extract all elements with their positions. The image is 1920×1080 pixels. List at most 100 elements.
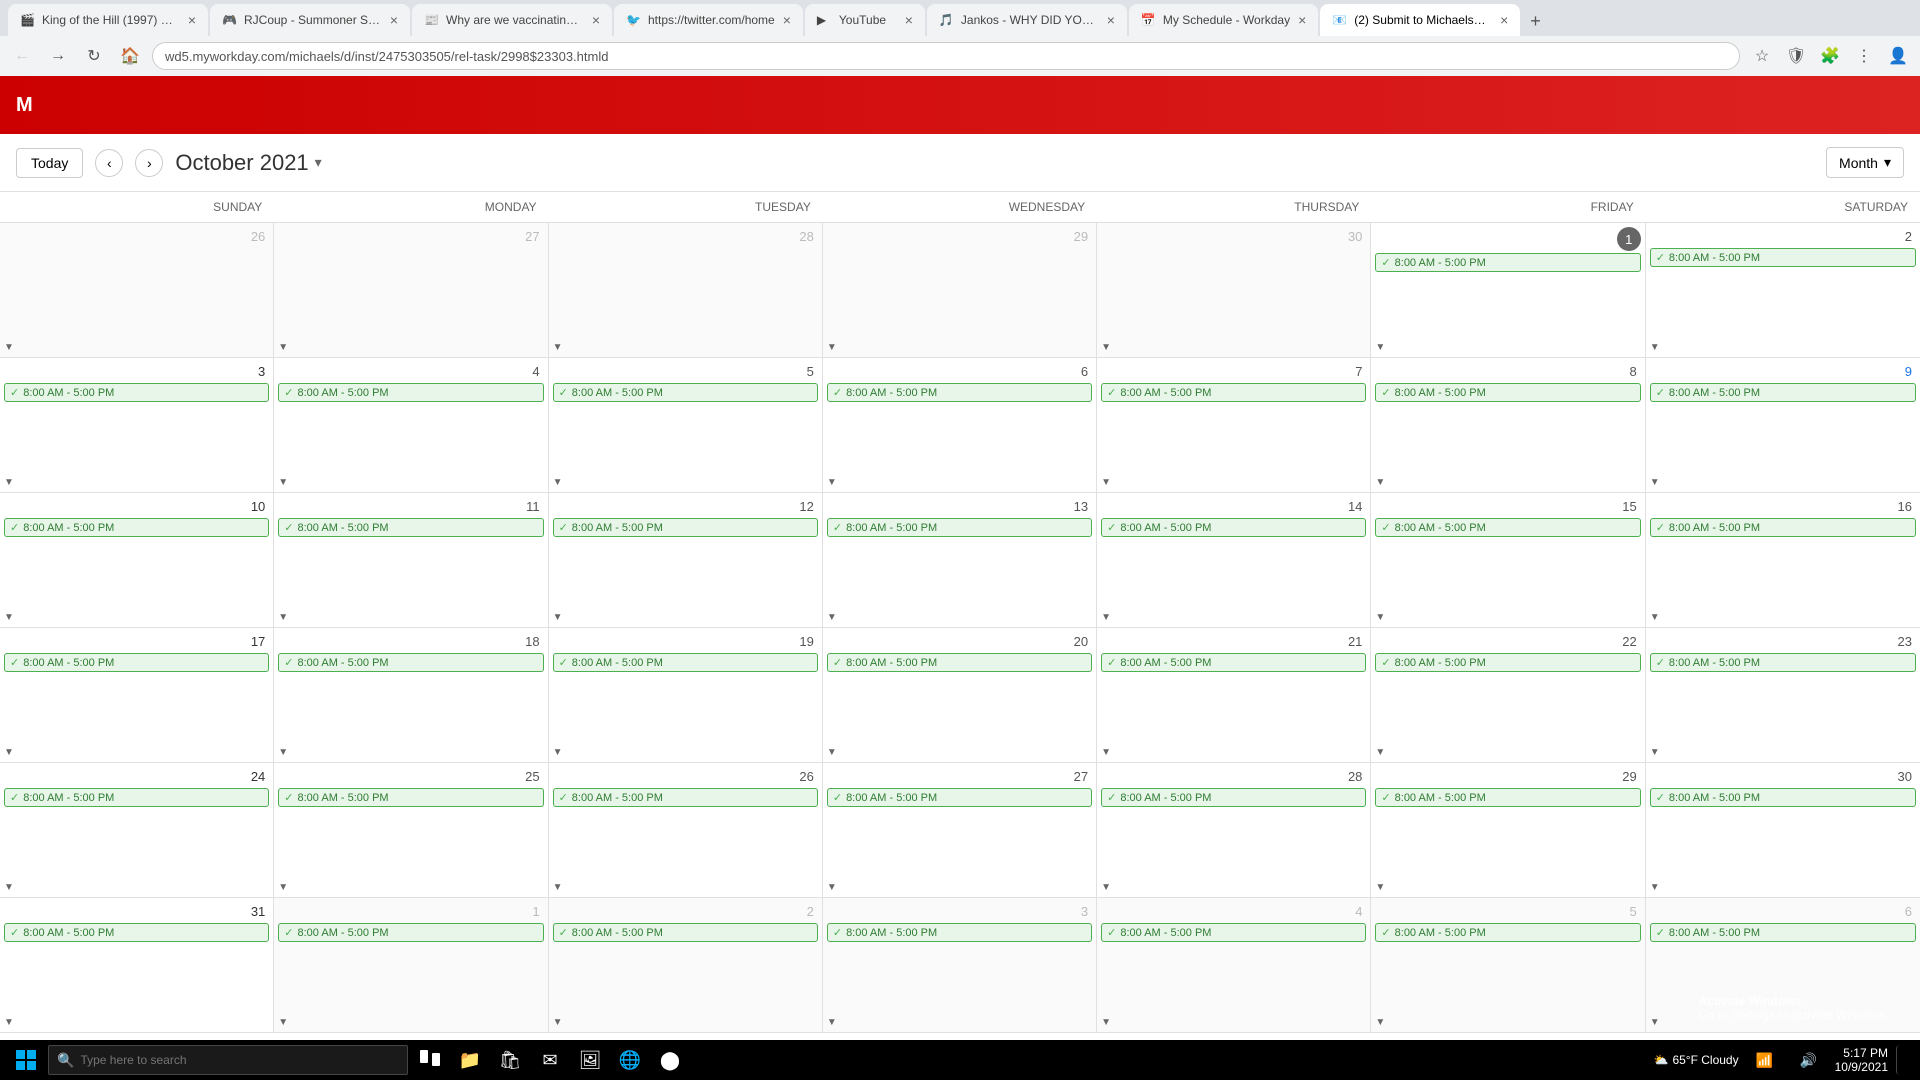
expand-arrow-w3-d4[interactable]: ▼ <box>1101 747 1111 758</box>
cal-cell-w0-d4[interactable]: 30▼ <box>1097 223 1371 358</box>
expand-arrow-w5-d4[interactable]: ▼ <box>1101 1017 1111 1028</box>
taskbar-mail[interactable]: ✉ <box>532 1042 568 1078</box>
cal-cell-w0-d6[interactable]: 2✓8:00 AM - 5:00 PM▼ <box>1646 223 1920 358</box>
tab-7-close[interactable]: × <box>1298 12 1306 28</box>
event-w2-d3[interactable]: ✓8:00 AM - 5:00 PM <box>827 518 1092 537</box>
expand-arrow-w4-d1[interactable]: ▼ <box>278 882 288 893</box>
event-w3-d4[interactable]: ✓8:00 AM - 5:00 PM <box>1101 653 1366 672</box>
tab-6[interactable]: 🎵 Jankos - WHY DID YOU K... × <box>927 4 1127 36</box>
tab-4[interactable]: 🐦 https://twitter.com/home × <box>614 4 803 36</box>
event-w5-d4[interactable]: ✓8:00 AM - 5:00 PM <box>1101 923 1366 942</box>
cal-cell-w5-d0[interactable]: 31✓8:00 AM - 5:00 PM▼ <box>0 898 274 1033</box>
event-w5-d6[interactable]: ✓8:00 AM - 5:00 PM <box>1650 923 1916 942</box>
event-w4-d1[interactable]: ✓8:00 AM - 5:00 PM <box>278 788 543 807</box>
start-button[interactable] <box>8 1042 44 1078</box>
expand-arrow-w4-d2[interactable]: ▼ <box>553 882 563 893</box>
taskbar-file-explorer[interactable]: 📁 <box>452 1042 488 1078</box>
cal-cell-w4-d5[interactable]: 29✓8:00 AM - 5:00 PM▼ <box>1371 763 1645 898</box>
expand-arrow-w1-d1[interactable]: ▼ <box>278 477 288 488</box>
cal-cell-w2-d3[interactable]: 13✓8:00 AM - 5:00 PM▼ <box>823 493 1097 628</box>
event-w4-d2[interactable]: ✓8:00 AM - 5:00 PM <box>553 788 818 807</box>
expand-arrow-w2-d3[interactable]: ▼ <box>827 612 837 623</box>
expand-arrow-w0-d2[interactable]: ▼ <box>553 342 563 353</box>
cal-cell-w2-d0[interactable]: 10✓8:00 AM - 5:00 PM▼ <box>0 493 274 628</box>
address-bar[interactable]: wd5.myworkday.com/michaels/d/inst/247530… <box>152 42 1740 70</box>
cal-cell-w2-d2[interactable]: 12✓8:00 AM - 5:00 PM▼ <box>549 493 823 628</box>
cal-cell-w3-d0[interactable]: 17✓8:00 AM - 5:00 PM▼ <box>0 628 274 763</box>
cal-cell-w5-d4[interactable]: 4✓8:00 AM - 5:00 PM▼ <box>1097 898 1371 1033</box>
event-w0-d5[interactable]: ✓8:00 AM - 5:00 PM <box>1375 253 1640 272</box>
prev-month-button[interactable]: ‹ <box>95 149 123 177</box>
event-w5-d5[interactable]: ✓8:00 AM - 5:00 PM <box>1375 923 1640 942</box>
next-month-button[interactable]: › <box>135 149 163 177</box>
expand-arrow-w2-d1[interactable]: ▼ <box>278 612 288 623</box>
taskbar-store[interactable]: 🛍 <box>492 1042 528 1078</box>
tab-3[interactable]: 📰 Why are we vaccinating c... × <box>412 4 612 36</box>
cal-cell-w1-d1[interactable]: 4✓8:00 AM - 5:00 PM▼ <box>274 358 548 493</box>
event-w2-d1[interactable]: ✓8:00 AM - 5:00 PM <box>278 518 543 537</box>
expand-arrow-w4-d3[interactable]: ▼ <box>827 882 837 893</box>
cal-cell-w4-d1[interactable]: 25✓8:00 AM - 5:00 PM▼ <box>274 763 548 898</box>
event-w2-d0[interactable]: ✓8:00 AM - 5:00 PM <box>4 518 269 537</box>
tab-2[interactable]: 🎮 RJCoup - Summoner Stat... × <box>210 4 410 36</box>
expand-arrow-w3-d3[interactable]: ▼ <box>827 747 837 758</box>
expand-arrow-w2-d2[interactable]: ▼ <box>553 612 563 623</box>
event-w4-d5[interactable]: ✓8:00 AM - 5:00 PM <box>1375 788 1640 807</box>
cal-cell-w3-d2[interactable]: 19✓8:00 AM - 5:00 PM▼ <box>549 628 823 763</box>
cal-cell-w3-d1[interactable]: 18✓8:00 AM - 5:00 PM▼ <box>274 628 548 763</box>
expand-arrow-w1-d6[interactable]: ▼ <box>1650 477 1660 488</box>
expand-arrow-w4-d6[interactable]: ▼ <box>1650 882 1660 893</box>
expand-arrow-w4-d4[interactable]: ▼ <box>1101 882 1111 893</box>
shield-icon[interactable]: 🛡 <box>1782 42 1810 70</box>
tab-1[interactable]: 🎬 King of the Hill (1997) Sea... × <box>8 4 208 36</box>
expand-arrow-w0-d0[interactable]: ▼ <box>4 342 14 353</box>
event-w4-d0[interactable]: ✓8:00 AM - 5:00 PM <box>4 788 269 807</box>
tab-4-close[interactable]: × <box>783 12 791 28</box>
event-w4-d3[interactable]: ✓8:00 AM - 5:00 PM <box>827 788 1092 807</box>
tab-2-close[interactable]: × <box>390 12 398 28</box>
cal-cell-w5-d1[interactable]: 1✓8:00 AM - 5:00 PM▼ <box>274 898 548 1033</box>
star-icon[interactable]: ☆ <box>1748 42 1776 70</box>
expand-arrow-w2-d0[interactable]: ▼ <box>4 612 14 623</box>
cal-cell-w4-d0[interactable]: 24✓8:00 AM - 5:00 PM▼ <box>0 763 274 898</box>
cal-cell-w3-d6[interactable]: 23✓8:00 AM - 5:00 PM▼ <box>1646 628 1920 763</box>
cal-cell-w1-d5[interactable]: 8✓8:00 AM - 5:00 PM▼ <box>1371 358 1645 493</box>
cal-cell-w3-d3[interactable]: 20✓8:00 AM - 5:00 PM▼ <box>823 628 1097 763</box>
event-w5-d1[interactable]: ✓8:00 AM - 5:00 PM <box>278 923 543 942</box>
today-button[interactable]: Today <box>16 148 83 178</box>
event-w1-d3[interactable]: ✓8:00 AM - 5:00 PM <box>827 383 1092 402</box>
expand-arrow-w5-d6[interactable]: ▼ <box>1650 1017 1660 1028</box>
cal-cell-w5-d5[interactable]: 5✓8:00 AM - 5:00 PM▼ <box>1371 898 1645 1033</box>
cal-cell-w2-d1[interactable]: 11✓8:00 AM - 5:00 PM▼ <box>274 493 548 628</box>
expand-arrow-w3-d1[interactable]: ▼ <box>278 747 288 758</box>
expand-arrow-w0-d4[interactable]: ▼ <box>1101 342 1111 353</box>
cal-cell-w1-d2[interactable]: 5✓8:00 AM - 5:00 PM▼ <box>549 358 823 493</box>
cal-cell-w5-d3[interactable]: 3✓8:00 AM - 5:00 PM▼ <box>823 898 1097 1033</box>
event-w0-d6[interactable]: ✓8:00 AM - 5:00 PM <box>1650 248 1916 267</box>
expand-arrow-w2-d4[interactable]: ▼ <box>1101 612 1111 623</box>
cal-cell-w0-d0[interactable]: 26▼ <box>0 223 274 358</box>
event-w4-d4[interactable]: ✓8:00 AM - 5:00 PM <box>1101 788 1366 807</box>
event-w3-d1[interactable]: ✓8:00 AM - 5:00 PM <box>278 653 543 672</box>
cal-cell-w3-d4[interactable]: 21✓8:00 AM - 5:00 PM▼ <box>1097 628 1371 763</box>
event-w2-d6[interactable]: ✓8:00 AM - 5:00 PM <box>1650 518 1916 537</box>
month-title[interactable]: October 2021 ▾ <box>175 150 321 176</box>
cal-cell-w3-d5[interactable]: 22✓8:00 AM - 5:00 PM▼ <box>1371 628 1645 763</box>
cal-cell-w4-d6[interactable]: 30✓8:00 AM - 5:00 PM▼ <box>1646 763 1920 898</box>
expand-arrow-w5-d2[interactable]: ▼ <box>553 1017 563 1028</box>
taskbar-edge[interactable]: 🌐 <box>612 1042 648 1078</box>
cal-cell-w0-d5[interactable]: 1✓8:00 AM - 5:00 PM▼ <box>1371 223 1645 358</box>
event-w2-d5[interactable]: ✓8:00 AM - 5:00 PM <box>1375 518 1640 537</box>
expand-arrow-w1-d5[interactable]: ▼ <box>1375 477 1385 488</box>
event-w5-d3[interactable]: ✓8:00 AM - 5:00 PM <box>827 923 1092 942</box>
expand-arrow-w1-d2[interactable]: ▼ <box>553 477 563 488</box>
view-dropdown[interactable]: Month ▾ <box>1826 147 1904 178</box>
expand-arrow-w0-d3[interactable]: ▼ <box>827 342 837 353</box>
event-w3-d0[interactable]: ✓8:00 AM - 5:00 PM <box>4 653 269 672</box>
event-w5-d0[interactable]: ✓8:00 AM - 5:00 PM <box>4 923 269 942</box>
event-w1-d1[interactable]: ✓8:00 AM - 5:00 PM <box>278 383 543 402</box>
cal-cell-w4-d3[interactable]: 27✓8:00 AM - 5:00 PM▼ <box>823 763 1097 898</box>
expand-arrow-w5-d5[interactable]: ▼ <box>1375 1017 1385 1028</box>
event-w3-d2[interactable]: ✓8:00 AM - 5:00 PM <box>553 653 818 672</box>
extension-icon[interactable]: 🧩 <box>1816 42 1844 70</box>
